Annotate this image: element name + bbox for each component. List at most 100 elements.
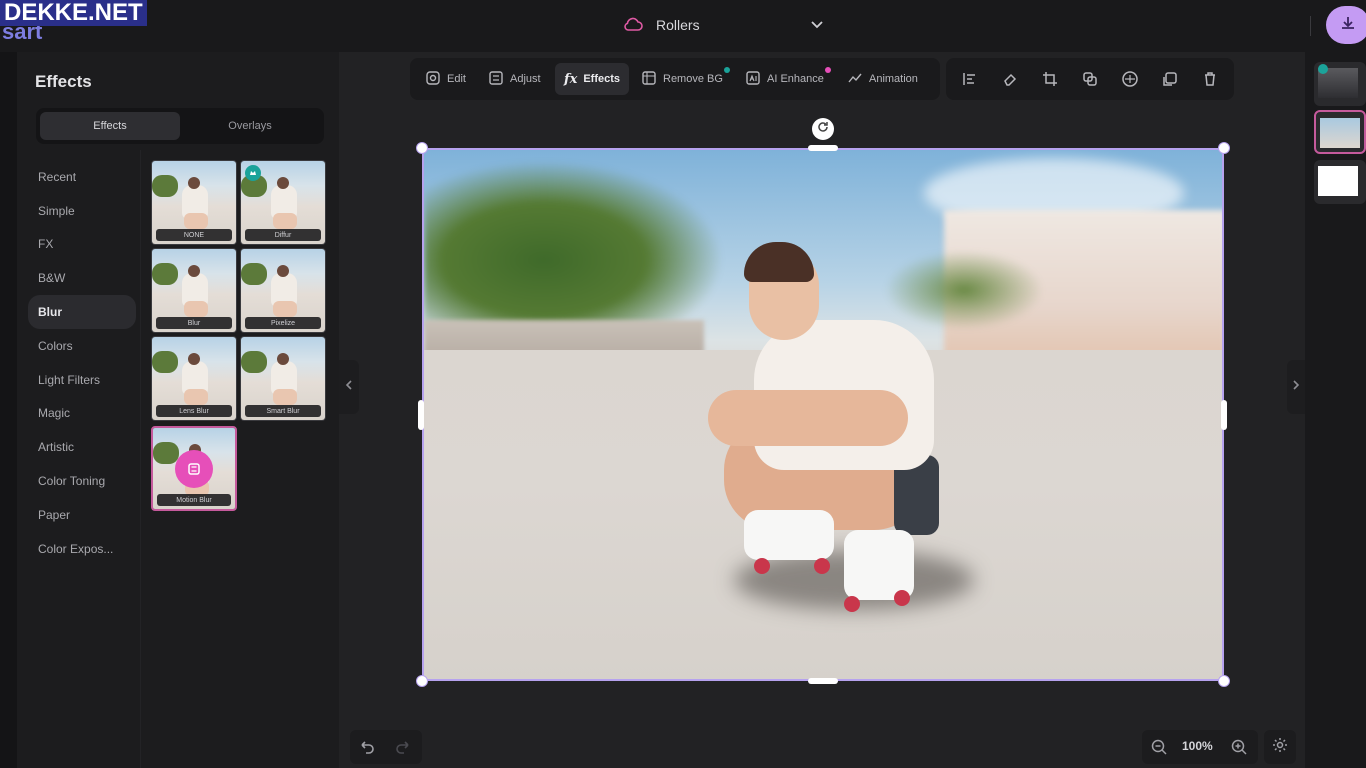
effect-thumb-selected[interactable]: Motion Blur <box>151 426 237 511</box>
new-badge-dot <box>723 67 730 73</box>
resize-handle[interactable] <box>1218 675 1230 687</box>
zoom-controls: 100% <box>1142 730 1258 764</box>
tool-label: Animation <box>869 73 918 85</box>
category-item[interactable]: Colors <box>28 329 136 363</box>
flip-icon[interactable] <box>1120 69 1140 89</box>
tool-animation[interactable]: Animation <box>838 63 927 95</box>
effect-thumb[interactable]: Diffur <box>240 160 326 245</box>
resize-handle[interactable] <box>418 400 424 430</box>
zoom-out-icon[interactable] <box>1150 738 1168 756</box>
watermark: DEKKE.NET <box>0 0 147 26</box>
effect-label: Motion Blur <box>157 494 231 506</box>
download-button[interactable] <box>1326 6 1366 44</box>
adjust-icon <box>488 70 504 89</box>
effect-label: Smart Blur <box>245 405 321 417</box>
history-controls <box>350 730 422 764</box>
redo-icon[interactable] <box>394 738 412 756</box>
zoom-level[interactable]: 100% <box>1182 739 1213 753</box>
layers-copy-icon[interactable] <box>1080 69 1100 89</box>
effect-thumb[interactable]: Blur <box>151 248 237 333</box>
eraser-icon[interactable] <box>1000 69 1020 89</box>
tool-adjust[interactable]: Adjust <box>479 63 550 95</box>
tool-label: Effects <box>583 73 621 85</box>
trash-icon[interactable] <box>1200 69 1220 89</box>
category-item[interactable]: Paper <box>28 498 136 532</box>
cloud-icon <box>622 14 644 36</box>
chevron-right-icon <box>1292 378 1300 396</box>
effects-tabs: Effects Overlays <box>36 108 324 144</box>
ai-enhance-icon <box>745 70 761 89</box>
crop-icon[interactable] <box>1040 69 1060 89</box>
resize-handle[interactable] <box>808 145 838 151</box>
edit-icon <box>425 70 441 89</box>
effect-label: NONE <box>156 229 232 241</box>
effect-label: Diffur <box>245 229 321 241</box>
adjust-settings-icon[interactable] <box>175 450 213 488</box>
undo-icon[interactable] <box>358 738 376 756</box>
effect-thumb[interactable]: NONE <box>151 160 237 245</box>
duplicate-icon[interactable] <box>1160 69 1180 89</box>
document-title: Rollers <box>656 17 700 33</box>
tool-edit[interactable]: Edit <box>416 63 475 95</box>
tool-effects[interactable]: fx Effects <box>555 63 630 95</box>
category-item[interactable]: Recent <box>28 160 136 194</box>
category-item[interactable]: Light Filters <box>28 363 136 397</box>
tool-label: Adjust <box>510 73 541 85</box>
tool-ai-enhance[interactable]: AI Enhance <box>736 63 833 95</box>
layer-item[interactable] <box>1314 62 1366 106</box>
layer-thumbnail <box>1320 118 1360 148</box>
category-item[interactable]: Color Expos... <box>28 532 136 566</box>
align-icon[interactable] <box>960 69 980 89</box>
category-item[interactable]: B&W <box>28 261 136 295</box>
tool-label: Remove BG <box>663 73 723 85</box>
canvas-image[interactable] <box>422 148 1224 681</box>
category-item[interactable]: Simple <box>28 194 136 228</box>
category-item-active[interactable]: Blur <box>28 295 136 329</box>
zoom-in-icon[interactable] <box>1230 738 1248 756</box>
category-item[interactable]: Artistic <box>28 430 136 464</box>
gear-icon <box>1271 736 1289 759</box>
left-edge <box>0 52 17 768</box>
category-item[interactable]: FX <box>28 228 136 262</box>
effect-thumb[interactable]: Lens Blur <box>151 336 237 421</box>
resize-handle[interactable] <box>1221 400 1227 430</box>
tab-overlays[interactable]: Overlays <box>180 112 320 140</box>
layer-badge-icon <box>1318 64 1328 74</box>
new-badge-dot <box>824 67 831 73</box>
resize-handle[interactable] <box>1218 142 1230 154</box>
edit-toolbar: Edit Adjust fx Effects Remove BG AI Enha… <box>410 58 940 100</box>
tool-label: Edit <box>447 73 466 85</box>
download-icon <box>1339 14 1357 37</box>
photo-background <box>424 150 1222 679</box>
chevron-left-icon <box>345 378 353 396</box>
collapse-right-panel-button[interactable] <box>1287 360 1305 414</box>
document-title-menu[interactable]: Rollers <box>622 12 826 38</box>
remove-bg-icon <box>641 70 657 89</box>
collapse-left-panel-button[interactable] <box>339 360 359 414</box>
effect-label: Blur <box>156 317 232 329</box>
divider <box>1310 16 1311 36</box>
tool-label: AI Enhance <box>767 73 824 85</box>
category-item[interactable]: Magic <box>28 397 136 431</box>
animation-icon <box>847 70 863 89</box>
divider <box>140 150 141 768</box>
resize-handle[interactable] <box>416 675 428 687</box>
tab-effects[interactable]: Effects <box>40 112 180 140</box>
chevron-down-icon <box>810 17 826 33</box>
effect-thumb[interactable]: Pixelize <box>240 248 326 333</box>
effect-thumb[interactable]: Smart Blur <box>240 336 326 421</box>
resize-handle[interactable] <box>808 678 838 684</box>
layer-item-selected[interactable] <box>1314 110 1366 154</box>
resize-handle[interactable] <box>416 142 428 154</box>
effect-label: Pixelize <box>245 317 321 329</box>
layer-item[interactable] <box>1314 160 1366 204</box>
settings-button[interactable] <box>1264 730 1296 764</box>
layer-thumbnail <box>1318 166 1358 196</box>
object-actions-toolbar <box>946 58 1234 100</box>
fx-icon: fx <box>564 71 578 87</box>
rotate-handle[interactable] <box>812 118 834 140</box>
category-item[interactable]: Color Toning <box>28 464 136 498</box>
premium-badge-icon <box>245 165 261 181</box>
rotate-icon <box>816 120 830 139</box>
tool-remove-bg[interactable]: Remove BG <box>632 63 732 95</box>
